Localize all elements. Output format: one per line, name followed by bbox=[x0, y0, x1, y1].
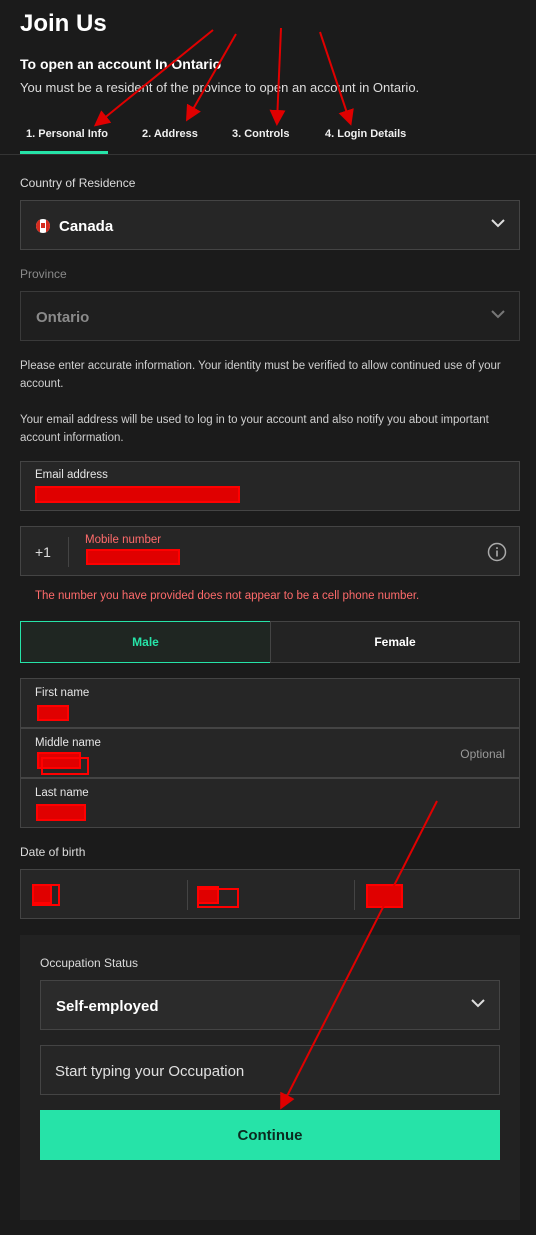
chevron-down-icon bbox=[491, 310, 505, 319]
last-name-label: Last name bbox=[35, 787, 89, 799]
step-tabs: 1. Personal Info 2. Address 3. Controls … bbox=[0, 118, 536, 155]
redacted-last-name bbox=[36, 804, 86, 821]
occupation-placeholder: Start typing your Occupation bbox=[55, 1063, 245, 1080]
email-field[interactable]: Email address bbox=[20, 461, 520, 511]
province-value: Ontario bbox=[36, 309, 90, 326]
occupation-status-select[interactable]: Self-employed bbox=[40, 980, 500, 1030]
divider bbox=[354, 880, 355, 910]
continue-button[interactable]: Continue bbox=[40, 1110, 500, 1160]
middle-name-field[interactable]: Middle name Optional bbox=[20, 728, 520, 778]
arrow-to-address bbox=[186, 33, 237, 122]
province-select[interactable]: Ontario bbox=[20, 291, 520, 341]
dob-field[interactable] bbox=[20, 869, 520, 919]
male-option[interactable]: Male bbox=[20, 621, 271, 663]
active-tab-indicator bbox=[20, 151, 108, 154]
province-label: Province bbox=[20, 267, 67, 281]
female-option[interactable]: Female bbox=[270, 621, 520, 663]
mobile-error-message: The number you have provided does not ap… bbox=[35, 590, 420, 602]
mobile-label: Mobile number bbox=[85, 534, 162, 546]
middle-name-label: Middle name bbox=[35, 737, 101, 749]
country-label: Country of Residence bbox=[20, 176, 136, 190]
tab-controls[interactable]: 3. Controls bbox=[232, 128, 289, 140]
arrow-to-login-details bbox=[319, 31, 354, 126]
occupation-panel: Occupation Status Self-employed Start ty… bbox=[20, 935, 520, 1220]
chevron-down-icon bbox=[491, 219, 505, 228]
arrow-to-personal-info bbox=[93, 29, 214, 127]
occupation-input[interactable]: Start typing your Occupation bbox=[40, 1045, 500, 1095]
tab-address[interactable]: 2. Address bbox=[142, 128, 198, 140]
first-name-field[interactable]: First name bbox=[20, 678, 520, 728]
tab-login-details[interactable]: 4. Login Details bbox=[325, 128, 406, 140]
redaction-outline bbox=[41, 757, 89, 775]
optional-hint: Optional bbox=[460, 747, 505, 761]
identity-notice: Please enter accurate information. Your … bbox=[20, 360, 501, 390]
redacted-email-value bbox=[35, 486, 240, 503]
email-label: Email address bbox=[35, 469, 108, 481]
residency-notice: You must be a resident of the province t… bbox=[20, 80, 420, 95]
mobile-field[interactable]: +1 Mobile number bbox=[20, 526, 520, 576]
dob-label: Date of birth bbox=[20, 845, 86, 859]
last-name-field[interactable]: Last name bbox=[20, 778, 520, 828]
redaction-outline bbox=[32, 884, 60, 906]
country-code: +1 bbox=[35, 544, 51, 560]
info-icon[interactable] bbox=[487, 542, 507, 562]
country-value: Canada bbox=[59, 218, 114, 235]
page-subtitle: To open an account In Ontario bbox=[20, 56, 222, 72]
email-notice: Your email address will be used to log i… bbox=[20, 414, 489, 444]
occupation-status-value: Self-employed bbox=[56, 998, 159, 1015]
canada-flag-icon bbox=[36, 219, 50, 233]
redacted-dob-year bbox=[366, 884, 403, 908]
redaction-outline bbox=[197, 888, 239, 908]
redacted-first-name bbox=[37, 705, 69, 721]
page-title: Join Us bbox=[20, 10, 107, 37]
tab-personal-info[interactable]: 1. Personal Info bbox=[26, 128, 108, 140]
arrow-to-controls bbox=[269, 27, 286, 126]
redacted-mobile-value bbox=[86, 549, 180, 565]
divider bbox=[68, 537, 69, 567]
country-select[interactable]: Canada bbox=[20, 200, 520, 250]
occupation-status-label: Occupation Status bbox=[40, 956, 139, 970]
first-name-label: First name bbox=[35, 687, 90, 699]
chevron-down-icon bbox=[471, 999, 485, 1008]
divider bbox=[187, 880, 188, 910]
